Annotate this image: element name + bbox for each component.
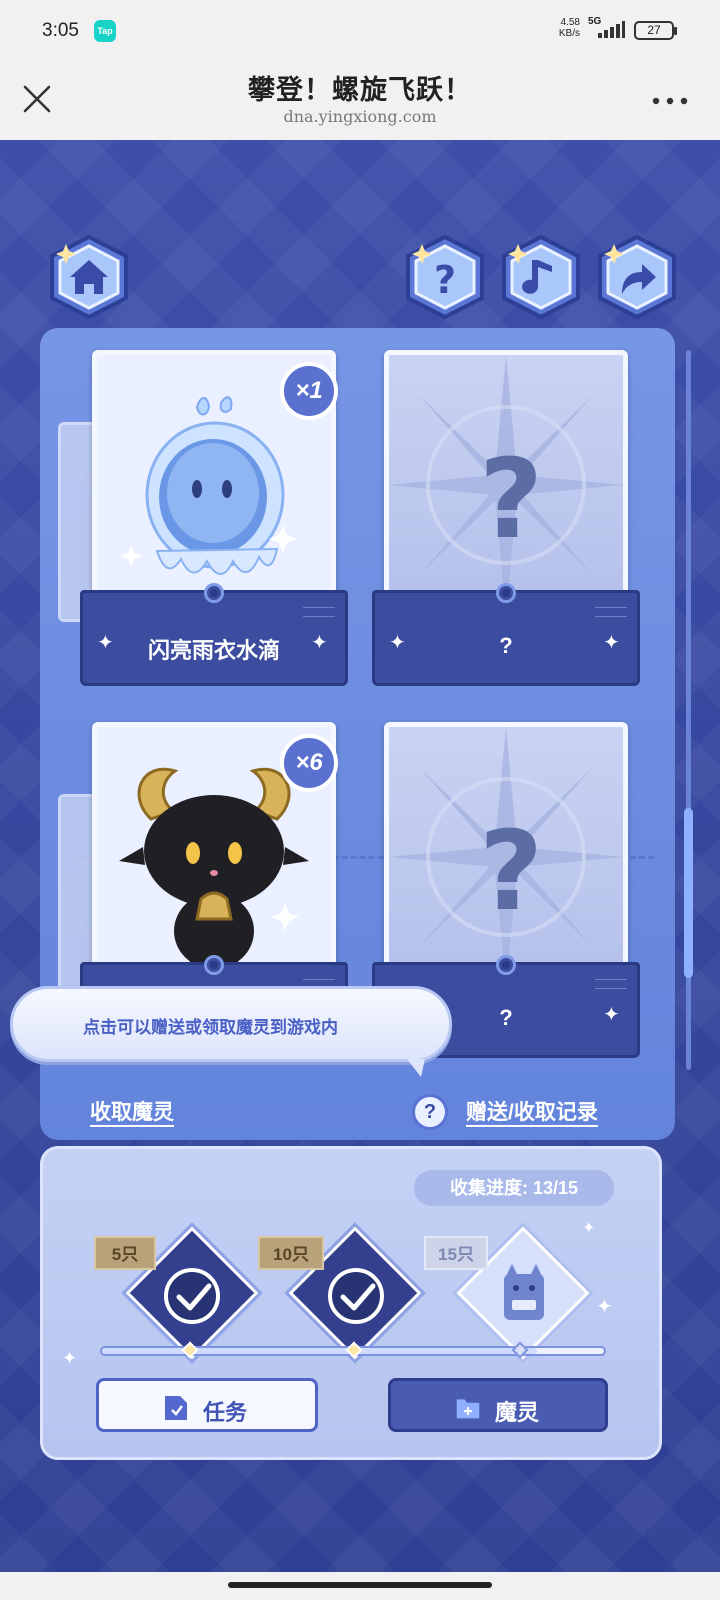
- network-speed-unit: KB/s: [558, 28, 580, 39]
- battery-icon: 27: [634, 21, 677, 40]
- card-face-locked: ?: [384, 350, 628, 620]
- svg-text:?: ?: [434, 258, 456, 302]
- card-count-badge: ×6: [280, 734, 338, 792]
- network-speed-value: 4.58: [560, 17, 580, 28]
- sparkle-icon: ✦: [603, 632, 620, 654]
- tasks-button[interactable]: 任务: [96, 1378, 318, 1432]
- network-speed: 4.58 KB/s: [554, 17, 580, 39]
- page-url: dna.yingxiong.com: [283, 107, 437, 126]
- receive-spirit-link[interactable]: 收取魔灵: [90, 1096, 174, 1126]
- unknown-mark: ?: [479, 435, 543, 563]
- sparkle-icon: ✦: [311, 632, 328, 654]
- card-name-plate: ✦ 闪亮雨衣水滴 ✦: [80, 583, 348, 686]
- sparkle-icon: ✦: [582, 1220, 596, 1237]
- tasks-button-label: 任务: [203, 1400, 248, 1425]
- spirits-button[interactable]: 魔灵: [388, 1378, 608, 1432]
- page-title: 攀登！螺旋飞跃！: [248, 75, 472, 106]
- document-icon: [165, 1396, 187, 1420]
- browser-title-bar: 攀登！螺旋飞跃！ dna.yingxiong.com: [0, 60, 720, 140]
- home-indicator[interactable]: [228, 1582, 492, 1588]
- milestone-label: 5只: [94, 1236, 156, 1270]
- card-name-plate: ✦ ? ✦: [372, 583, 640, 686]
- spirits-button-label: 魔灵: [495, 1400, 540, 1425]
- claimed-check-icon: [164, 1268, 220, 1324]
- taptap-app-icon: Tap: [94, 20, 116, 42]
- status-time: 3:05: [42, 20, 79, 41]
- card-name: ?: [499, 633, 513, 658]
- hint-text: 点击可以赠送或领取魔灵到游戏内: [83, 1018, 338, 1037]
- sparkle-icon: ✦: [596, 1296, 613, 1318]
- status-bar: 3:05 Tap 4.58 KB/s 5G 27: [0, 0, 720, 60]
- hint-tooltip[interactable]: 点击可以赠送或领取魔灵到游戏内: [10, 986, 452, 1077]
- gift-record-link[interactable]: 赠送/收取记录: [466, 1096, 598, 1126]
- music-icon[interactable]: [498, 234, 584, 320]
- card-face-locked: ?: [384, 722, 628, 992]
- collection-progress-fill: [102, 1348, 538, 1354]
- home-icon[interactable]: [46, 234, 132, 320]
- gesture-bar: [0, 1572, 720, 1600]
- milestone-label: 10只: [258, 1236, 324, 1270]
- folder-add-icon: [456, 1399, 480, 1419]
- collection-progress-label: 收集进度: 13/15: [414, 1170, 614, 1206]
- signal-icon: [598, 20, 625, 38]
- sparkle-icon: ✦: [603, 1004, 620, 1026]
- sparkle-icon: ✦: [62, 1348, 78, 1368]
- spirit-card-locked[interactable]: ? ✦ ? ✦: [372, 350, 640, 690]
- help-circle-icon[interactable]: ?: [412, 1094, 448, 1130]
- share-icon[interactable]: [594, 234, 680, 320]
- game-area: ? ×1 ✦ 闪亮雨衣水滴 ✦ ? ✦ ? ✦ ×6 ? ? ✦ 点击可以赠送或…: [0, 140, 720, 1572]
- cat-bag-reward-icon: [504, 1264, 544, 1320]
- scrollbar-thumb[interactable]: [684, 808, 693, 978]
- claimed-check-icon: [328, 1268, 384, 1324]
- more-icon[interactable]: [650, 94, 690, 108]
- unknown-mark: ?: [479, 807, 543, 935]
- card-name: 闪亮雨衣水滴: [147, 638, 280, 663]
- battery-level: 27: [647, 23, 661, 37]
- help-icon[interactable]: ?: [402, 234, 488, 320]
- card-count-badge: ×1: [280, 362, 338, 420]
- milestone-label: 15只: [424, 1236, 488, 1270]
- spirit-card[interactable]: ×1 ✦ 闪亮雨衣水滴 ✦: [58, 350, 348, 690]
